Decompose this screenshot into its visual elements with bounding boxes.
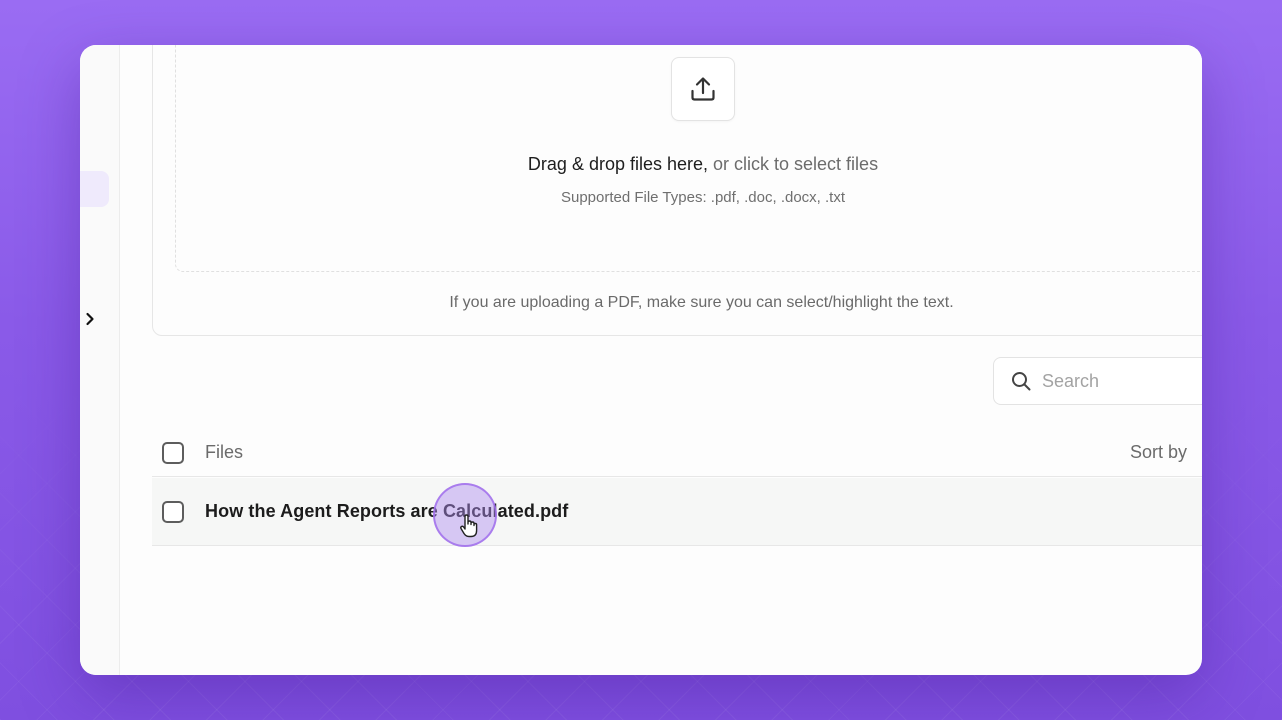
sidebar-expand-toggle[interactable] — [82, 309, 98, 329]
dropzone-instructions: Drag & drop files here, or click to sele… — [176, 154, 1202, 175]
upload-card: Drag & drop files here, or click to sele… — [152, 45, 1202, 336]
chevron-right-icon — [86, 312, 94, 326]
upload-button[interactable] — [671, 57, 735, 121]
sidebar-active-item[interactable] — [80, 171, 109, 207]
row-checkbox[interactable] — [162, 501, 184, 523]
select-all-checkbox[interactable] — [162, 442, 184, 464]
search-icon — [1012, 372, 1031, 391]
app-window: Drag & drop files here, or click to sele… — [80, 45, 1202, 675]
pdf-upload-note: If you are uploading a PDF, make sure yo… — [449, 294, 954, 311]
file-name-link[interactable]: How the Agent Reports are Calculated.pdf — [205, 501, 568, 522]
file-dropzone[interactable]: Drag & drop files here, or click to sele… — [175, 45, 1202, 272]
table-row[interactable]: How the Agent Reports are Calculated.pdf — [152, 478, 1202, 546]
search-input[interactable] — [1042, 370, 1192, 392]
sort-by-button[interactable]: Sort by — [1130, 442, 1187, 463]
dropzone-secondary-text[interactable]: or click to select files — [708, 154, 878, 174]
supported-file-types: Supported File Types: .pdf, .doc, .docx,… — [560, 189, 846, 206]
files-table-header: Files Sort by — [152, 433, 1202, 477]
search-box[interactable] — [993, 357, 1202, 405]
dropzone-primary-text: Drag & drop files here, — [527, 154, 709, 174]
column-header-files: Files — [205, 442, 244, 462]
upload-icon — [691, 77, 715, 101]
sidebar — [80, 45, 120, 675]
